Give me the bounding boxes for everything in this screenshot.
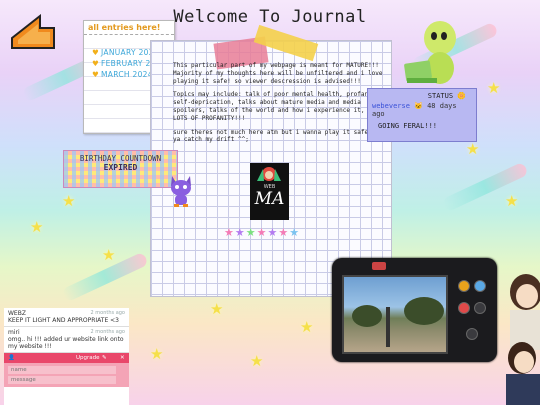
journal-paragraph: Topics may include: talk of poor mental … [173,91,383,122]
comment-text: KEEP IT LIGHT AND APPROPRIATE <3 [8,317,119,324]
comment-box: WEBZ 2 months ago KEEP IT LIGHT AND APPR… [4,308,129,405]
heart-icon: ♥ [92,48,100,57]
comment-item: WEBZ 2 months ago KEEP IT LIGHT AND APPR… [4,308,129,327]
star-icon: ★ [487,79,501,97]
star-icon: ★ [30,218,44,236]
heart-icon: ♥ [92,70,100,79]
star-icon: ★ [150,345,164,363]
back-arrow-icon[interactable] [10,14,56,50]
camera-button [458,302,470,314]
birthday-countdown: BIRTHDAY COUNTDOWN EXPIRED [63,150,178,188]
birthday-status: EXPIRED [103,163,138,172]
status-icon: 🌼 [457,92,466,100]
camera-button [474,302,486,314]
status-user-link[interactable]: webeverse [372,102,410,110]
comment-time: 2 months ago [90,329,126,335]
comment-toolbar: 👤 Upgrade ✎ ✕ [4,353,129,363]
purple-cat-icon [171,176,191,207]
camera-widget [332,258,497,362]
star-icon: ★ [300,318,314,336]
camera-photo [342,275,448,354]
status-widget: STATUS 🌼 webeverse 🐱 48 days ago GOING F… [367,88,477,142]
star-icon: ★ [102,246,116,264]
comment-form [4,363,129,387]
status-message: GOING FERAL!!! [378,122,438,130]
colored-stars: ★★★★★★★ [224,226,301,239]
camera-button [474,280,486,292]
heart-icon: ♥ [92,59,100,68]
person-icon: 👤 [8,355,15,361]
anime-characters [506,274,540,405]
comment-text: omg.. hi !!! added ur website link onto … [8,336,124,350]
star-icon: ★ [466,140,480,158]
cat-face-icon: 🐱 [414,102,423,110]
camera-button [458,280,470,292]
star-icon: ★ [62,192,76,210]
message-input[interactable] [8,376,116,384]
edit-icon[interactable]: ✎ [102,353,107,363]
star-icon: ★ [210,300,224,318]
star-icon: ★ [250,352,264,370]
comment-item: miri 2 months ago omg.. hi !!! added ur … [4,327,129,353]
upgrade-link[interactable]: Upgrade [76,353,100,363]
comment-time: 2 months ago [90,310,126,316]
name-input[interactable] [8,366,116,374]
star-icon: ★ [505,192,519,210]
webma-big-label: MA [254,189,285,209]
close-icon[interactable]: ✕ [120,353,125,363]
character-icon [257,167,281,181]
journal-paragraph: sure theres not much here atm but i wann… [173,128,379,144]
journal-text: This particular part of my webpage is me… [173,62,383,150]
camera-button [466,328,478,340]
green-figure-laptop-icon [404,21,456,84]
entries-heading: all entries here! [84,21,174,35]
journal-paragraph: This particular part of my webpage is me… [173,62,383,85]
birthday-label: BIRTHDAY COUNTDOWN [79,154,162,163]
status-label: STATUS [427,92,454,100]
